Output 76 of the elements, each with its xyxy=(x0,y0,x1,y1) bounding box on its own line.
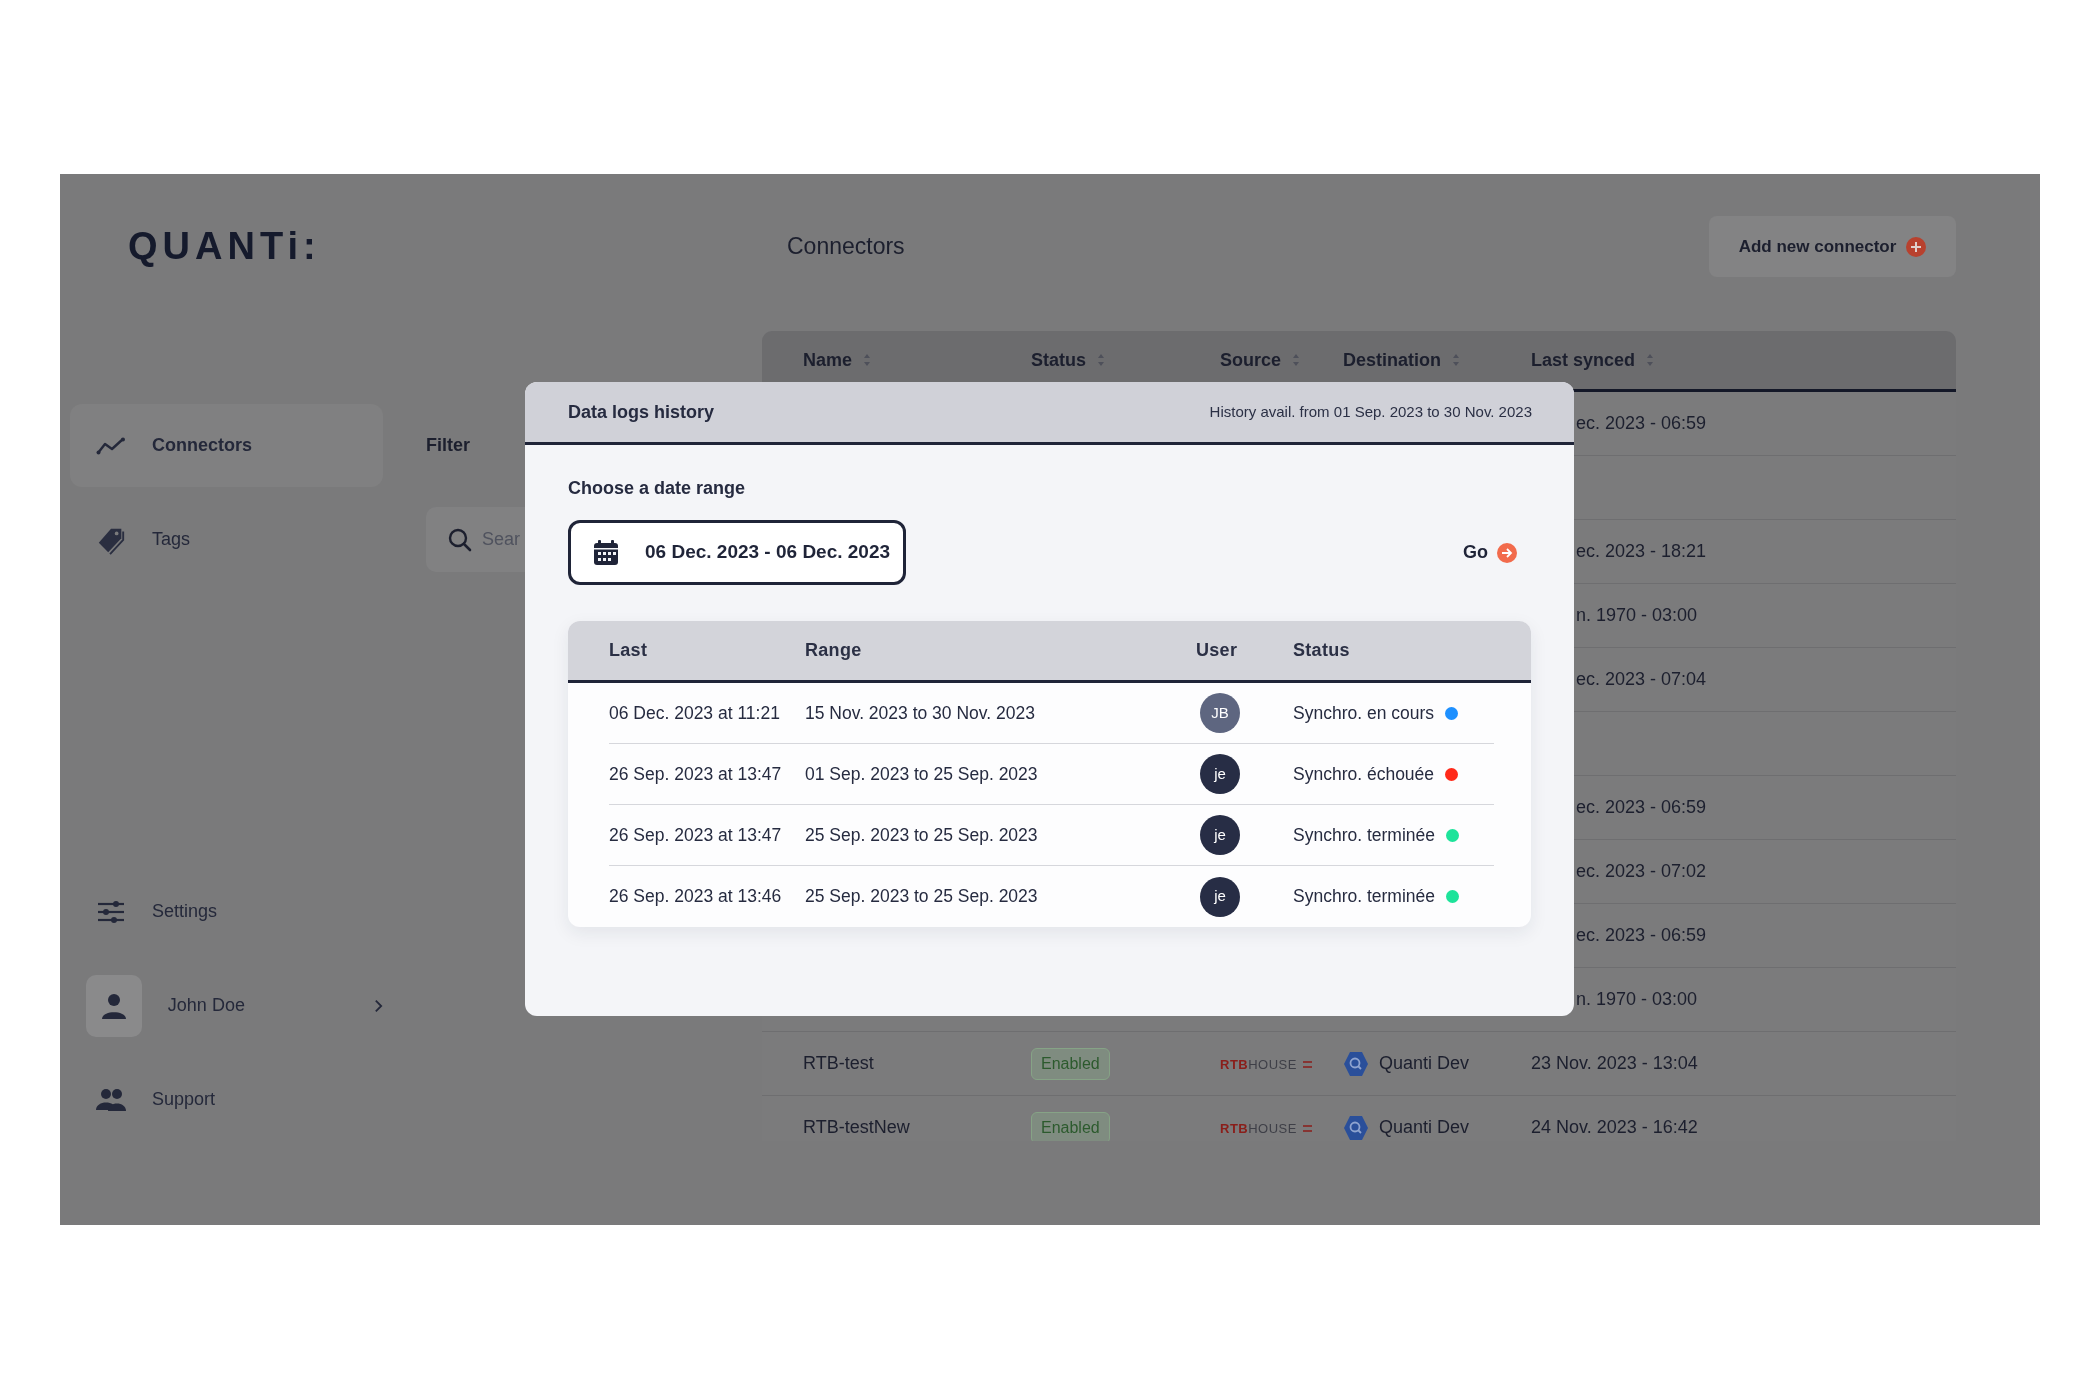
user-avatar[interactable] xyxy=(86,974,142,1037)
user-avatar: je xyxy=(1200,876,1240,917)
table-cell-text: 25 Sep. 2023 to 25 Sep. 2023 xyxy=(805,885,1039,909)
plus-icon xyxy=(1906,236,1927,257)
hexagon-search-icon xyxy=(1343,1114,1369,1141)
status-badge: Enabled xyxy=(1031,1111,1110,1141)
modal-title: Data logs history xyxy=(568,400,715,424)
calendar-icon xyxy=(593,539,619,566)
table-cell-text: ec. 2023 - 07:04 xyxy=(1575,668,1707,691)
user-avatar: JB xyxy=(1200,693,1240,733)
sort-icon xyxy=(1096,353,1106,367)
sidebar-item[interactable]: Support xyxy=(70,1058,383,1141)
table-cell: RTB-testNew xyxy=(803,1117,910,1137)
table-cell-text: n. 1970 - 03:00 xyxy=(1575,604,1698,627)
table-cell-text: 24 Nov. 2023 - 16:42 xyxy=(1531,1116,1698,1139)
sort-icon xyxy=(1645,353,1656,367)
date-range-label: Choose a date range xyxy=(568,477,747,500)
user-avatar: je xyxy=(1200,815,1240,855)
table-cell-text: ec. 2023 - 06:59 xyxy=(1575,796,1707,819)
availability-text: History avail. from 01 Sep. 2023 to 30 Nov. 2023 xyxy=(1209,401,1532,422)
chevron-right-icon xyxy=(374,997,383,1014)
people-icon xyxy=(96,1087,126,1112)
table-cell: RTB-test xyxy=(803,1053,874,1073)
status-text: Synchro. échouée xyxy=(1293,762,1435,786)
column-header[interactable]: Source xyxy=(1220,346,1282,374)
status-text: Synchro. terminée xyxy=(1293,823,1435,847)
sort-icon xyxy=(1291,353,1302,367)
person-icon xyxy=(99,991,128,1020)
sort-icon xyxy=(862,353,873,367)
hexagon-search-icon xyxy=(1343,1050,1369,1077)
table-cell-text: ec. 2023 - 06:59 xyxy=(1575,412,1707,435)
sidebar-item[interactable]: Connectors xyxy=(70,404,383,487)
user-name[interactable]: John Doe xyxy=(167,992,348,1019)
arrow-right-icon xyxy=(1497,542,1517,563)
table-cell-text: 01 Sep. 2023 to 25 Sep. 2023 xyxy=(805,762,1039,786)
equals-icon xyxy=(1302,1125,1312,1133)
table-cell-text: 25 Sep. 2023 to 25 Sep. 2023 xyxy=(805,823,1039,847)
table-cell-text: ec. 2023 - 07:02 xyxy=(1575,860,1707,883)
table-cell-text: 26 Sep. 2023 at 13:47 xyxy=(609,762,783,786)
table-cell-text: ec. 2023 - 18:21 xyxy=(1575,540,1707,563)
equals-icon xyxy=(1302,1061,1312,1069)
status-text: Synchro. terminée xyxy=(1293,885,1435,909)
table-cell-text: 26 Sep. 2023 at 13:47 xyxy=(609,823,783,847)
column-header: Last xyxy=(609,639,649,662)
column-header[interactable]: Last synced xyxy=(1531,346,1636,374)
filter-label: Filter xyxy=(426,434,470,457)
table-cell-text: Quanti Dev xyxy=(1379,1116,1470,1139)
table-cell-text: ec. 2023 - 06:59 xyxy=(1575,924,1707,947)
add-connector-button[interactable]: Add new connector xyxy=(1709,216,1956,277)
sort-icon xyxy=(1451,353,1461,367)
table-cell-text: 06 Dec. 2023 at 11:21 xyxy=(609,701,781,725)
search-icon xyxy=(448,527,472,552)
table-cell-text: 23 Nov. 2023 - 13:04 xyxy=(1531,1052,1698,1075)
column-header[interactable]: Status xyxy=(1031,346,1086,374)
table-cell-text: 15 Nov. 2023 to 30 Nov. 2023 xyxy=(805,701,1036,725)
source-logo: RTBHOUSE xyxy=(1220,1119,1312,1139)
sliders-icon xyxy=(97,899,125,924)
table-cell-text: Quanti Dev xyxy=(1379,1052,1470,1075)
table-cell-text: n. 1970 - 03:00 xyxy=(1575,988,1698,1011)
user-avatar: je xyxy=(1200,754,1240,794)
column-header[interactable]: Name xyxy=(803,346,853,374)
logo: QUANTi: xyxy=(128,225,321,267)
date-range-picker[interactable]: 06 Dec. 2023 - 06 Dec. 2023 xyxy=(568,520,906,585)
column-header[interactable]: Destination xyxy=(1343,346,1441,374)
source-logo: RTBHOUSE xyxy=(1220,1055,1312,1075)
sidebar-item[interactable]: Tags xyxy=(70,498,383,581)
status-badge: Enabled xyxy=(1031,1047,1110,1080)
column-header: Range xyxy=(805,639,863,662)
sidebar-item[interactable]: Settings xyxy=(70,870,383,953)
column-header: User xyxy=(1196,639,1239,662)
column-header: Status xyxy=(1293,639,1351,662)
page-title: Connectors xyxy=(787,232,906,262)
go-button[interactable]: Go xyxy=(1463,539,1517,566)
status-text: Synchro. en cours xyxy=(1293,701,1435,725)
trend-line-icon xyxy=(96,436,126,455)
table-cell-text: 26 Sep. 2023 at 13:46 xyxy=(609,885,783,909)
